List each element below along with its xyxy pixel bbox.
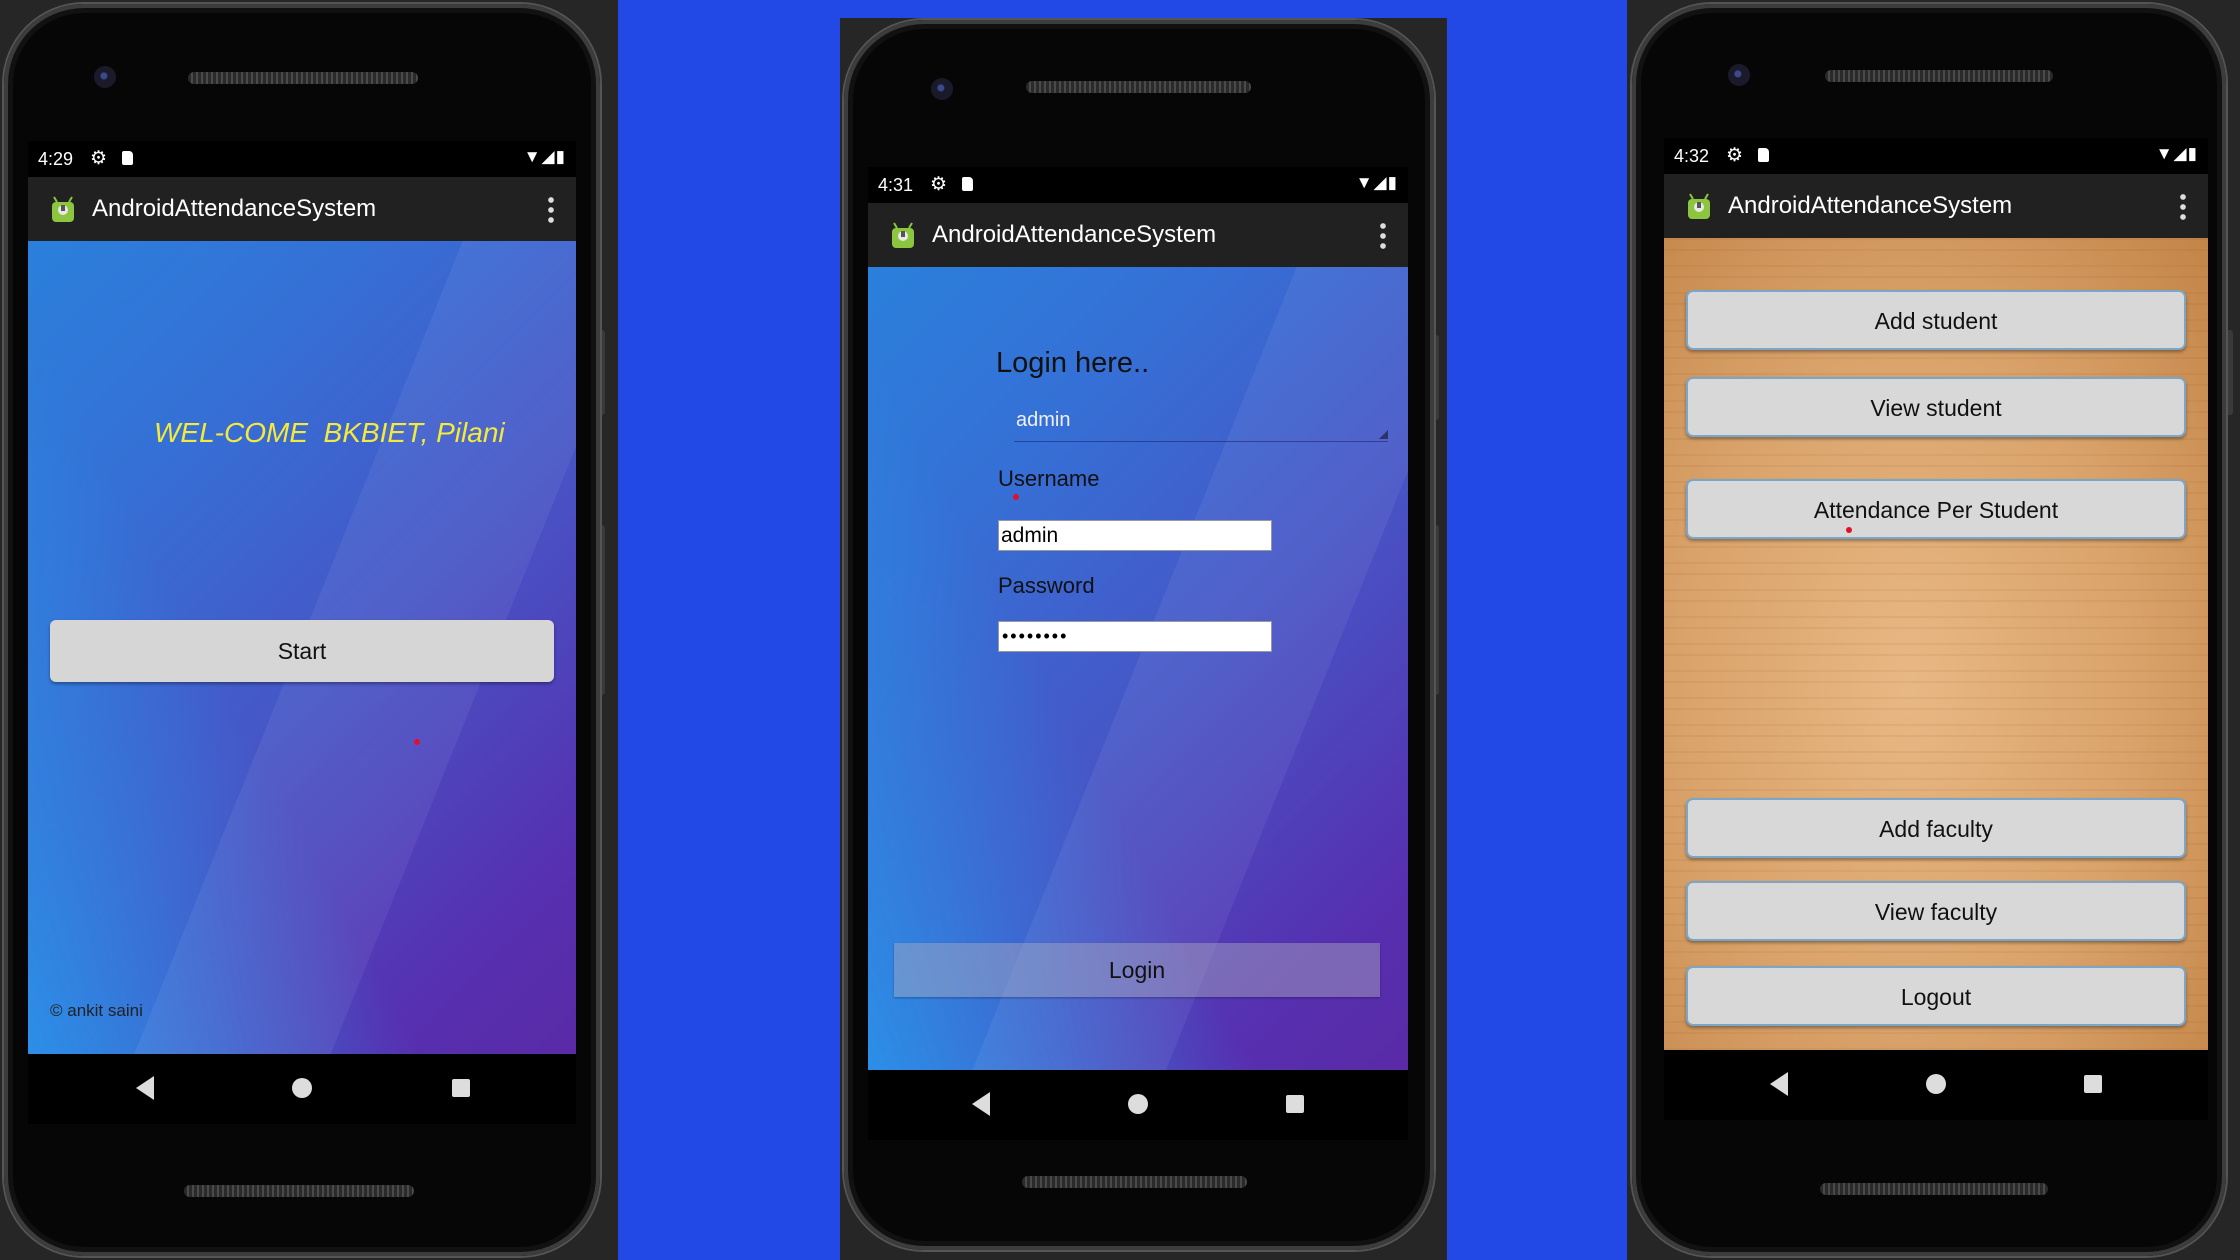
app-bar: AndroidAttendanceSystem: [868, 203, 1408, 267]
overflow-menu-icon[interactable]: [2180, 192, 2186, 220]
welcome-screen: WEL-COME BKBIET, Pilani Start © ankit sa…: [28, 241, 576, 1054]
phone-1: 4:29 ⚙ ▼◢▮ AndroidAttendanceSystem WEL-C…: [4, 4, 600, 1256]
login-heading: Login here..: [996, 347, 1150, 379]
clock: 4:31: [878, 175, 914, 195]
overflow-menu-icon[interactable]: [1380, 221, 1386, 249]
home-icon[interactable]: [292, 1078, 312, 1098]
role-spinner[interactable]: admin: [1014, 401, 1388, 442]
login-screen: Login here.. admin Username Password •••…: [868, 267, 1408, 1070]
password-dots: ••••••••: [1002, 626, 1069, 646]
recents-icon[interactable]: [2084, 1075, 2102, 1093]
touch-indicator: [1013, 494, 1019, 500]
app-bar: AndroidAttendanceSystem: [28, 177, 576, 241]
status-bar: 4:29 ⚙ ▼◢▮: [28, 141, 576, 177]
android-logo-icon: [52, 196, 74, 222]
gear-icon: ⚙: [1726, 145, 1744, 166]
nav-bar: [28, 1054, 576, 1124]
home-icon[interactable]: [1128, 1094, 1148, 1114]
footer-credit: © ankit saini: [50, 1001, 143, 1020]
phone-2: 4:31 ⚙ ▼◢▮ AndroidAttendanceSystem Login…: [844, 20, 1434, 1250]
view-student-button[interactable]: View student: [1686, 377, 2186, 437]
username-label: Username: [998, 466, 1100, 491]
password-label: Password: [998, 573, 1095, 598]
wifi-signal-battery-icon: ▼◢▮: [2155, 144, 2198, 163]
bottom-speaker: [1820, 1183, 2048, 1195]
clock: 4:29: [38, 149, 74, 169]
add-student-button[interactable]: Add student: [1686, 290, 2186, 350]
clock: 4:32: [1674, 146, 1710, 166]
password-input[interactable]: ••••••••: [998, 621, 1272, 652]
back-icon[interactable]: [1770, 1072, 1788, 1096]
dropdown-arrow-icon: [1379, 430, 1388, 439]
logout-button[interactable]: Logout: [1686, 966, 2186, 1026]
gear-icon: ⚙: [90, 148, 108, 169]
attendance-per-student-button[interactable]: Attendance Per Student: [1686, 479, 2186, 539]
front-camera: [94, 66, 116, 88]
app-title: AndroidAttendanceSystem: [92, 195, 377, 222]
back-icon[interactable]: [972, 1092, 990, 1116]
screen-1: 4:29 ⚙ ▼◢▮ AndroidAttendanceSystem WEL-C…: [28, 141, 576, 1124]
back-icon[interactable]: [136, 1076, 154, 1100]
nav-bar: [1664, 1050, 2208, 1120]
top-speaker: [1825, 70, 2053, 82]
sd-card-icon: [962, 177, 973, 191]
top-speaker: [1026, 81, 1251, 93]
gear-icon: ⚙: [930, 174, 948, 195]
touch-indicator: [414, 739, 420, 745]
wifi-signal-battery-icon: ▼◢▮: [523, 147, 566, 166]
phone-3: 4:32 ⚙ ▼◢▮ AndroidAttendanceSystem Add s…: [1632, 4, 2226, 1256]
screen-3: 4:32 ⚙ ▼◢▮ AndroidAttendanceSystem Add s…: [1664, 138, 2208, 1120]
android-logo-icon: [1688, 193, 1710, 219]
welcome-text: WEL-COME BKBIET, Pilani: [154, 417, 505, 448]
app-title: AndroidAttendanceSystem: [1728, 192, 2013, 219]
front-camera: [931, 78, 953, 100]
spinner-value: admin: [1016, 409, 1071, 431]
nav-bar: [868, 1070, 1408, 1140]
app-title: AndroidAttendanceSystem: [932, 221, 1217, 248]
recents-icon[interactable]: [452, 1079, 470, 1097]
power-button: [2226, 330, 2233, 415]
recents-icon[interactable]: [1286, 1095, 1304, 1113]
bottom-speaker: [1022, 1176, 1247, 1188]
admin-menu-screen: Add student View student Attendance Per …: [1664, 238, 2208, 1050]
sd-card-icon: [122, 151, 133, 165]
status-bar: 4:31 ⚙ ▼◢▮: [868, 167, 1408, 203]
sd-card-icon: [1758, 148, 1769, 162]
app-bar: AndroidAttendanceSystem: [1664, 174, 2208, 238]
screen-2: 4:31 ⚙ ▼◢▮ AndroidAttendanceSystem Login…: [868, 167, 1408, 1140]
bottom-speaker: [184, 1185, 414, 1197]
wifi-signal-battery-icon: ▼◢▮: [1355, 173, 1398, 192]
home-icon[interactable]: [1926, 1074, 1946, 1094]
android-logo-icon: [892, 222, 914, 248]
start-button[interactable]: Start: [50, 620, 554, 682]
add-faculty-button[interactable]: Add faculty: [1686, 798, 2186, 858]
overflow-menu-icon[interactable]: [548, 195, 554, 223]
touch-indicator: [1846, 527, 1852, 533]
top-speaker: [188, 72, 418, 84]
login-button[interactable]: Login: [894, 943, 1380, 997]
username-input[interactable]: [998, 520, 1272, 551]
view-faculty-button[interactable]: View faculty: [1686, 881, 2186, 941]
status-bar: 4:32 ⚙ ▼◢▮: [1664, 138, 2208, 174]
front-camera: [1728, 64, 1750, 86]
